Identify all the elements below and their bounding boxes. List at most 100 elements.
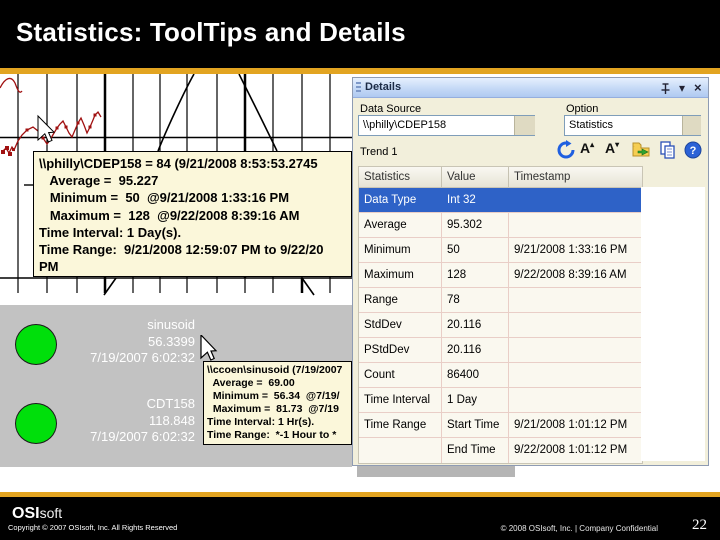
data-source-input[interactable]: \\philly\CDEP158 [358, 115, 535, 136]
cell-stat: Count [359, 363, 442, 387]
chevron-down-icon[interactable]: ▾ [679, 79, 685, 97]
option-label: Option [566, 103, 599, 115]
tooltip-line: Time Interval: 1 Hr(s). [207, 416, 315, 429]
tag-value: 118.848 [148, 412, 195, 428]
slide-footer [0, 497, 720, 540]
tooltip-line: \\ccoen\sinusoid (7/19/2007 [207, 364, 343, 376]
arrow-cursor-icon [200, 335, 218, 361]
table-row[interactable]: Maximum 128 9/22/2008 8:39:16 AM [359, 263, 642, 288]
value-symbol-circle [15, 324, 57, 365]
data-source-label: Data Source [360, 103, 422, 115]
close-icon[interactable]: × [694, 79, 702, 97]
cell-timestamp [509, 388, 642, 412]
cell-stat: StdDev [359, 313, 442, 337]
value-statistics-tooltip: \\ccoen\sinusoid (7/19/2007 Average = 69… [203, 361, 352, 445]
cell-timestamp [509, 188, 642, 212]
tag-value: 56.3399 [148, 333, 195, 349]
confidential-text: © 2008 OSIsoft, Inc. | Company Confident… [500, 524, 658, 533]
cell-value: 86400 [442, 363, 509, 387]
cell-timestamp [509, 288, 642, 312]
cell-stat: Average [359, 213, 442, 237]
cell-value: 78 [442, 288, 509, 312]
slide: Statistics: ToolTips and Details \\phill… [0, 0, 720, 540]
cell-timestamp: 9/21/2008 1:33:16 PM [514, 244, 628, 256]
tooltip-line: Average = 95.227 [39, 173, 159, 189]
panel-title: Details [365, 81, 402, 93]
tooltip-line: Minimum = 56.34 @7/19/ [207, 390, 340, 403]
column-header-timestamp[interactable]: Timestamp [509, 167, 642, 187]
refresh-icon[interactable] [555, 140, 577, 160]
table-row[interactable]: Count 86400 [359, 363, 642, 388]
tag-timestamp: 7/19/2007 6:02:32 [90, 429, 195, 444]
table-empty-area [641, 187, 705, 461]
help-icon[interactable]: ? [684, 140, 702, 160]
details-panel-titlebar[interactable]: Details ▾ × [353, 78, 708, 98]
logo-light-text: soft [39, 505, 63, 521]
cell-value: 20.116 [442, 338, 509, 362]
pin-icon[interactable] [659, 81, 672, 95]
column-header-statistics[interactable]: Statistics [359, 167, 442, 187]
cell-timestamp [509, 313, 642, 337]
tooltip-line: Average = 69.00 [207, 377, 295, 390]
cell-stat: Range [359, 288, 442, 312]
trend-label: Trend 1 [360, 146, 398, 158]
column-header-value[interactable]: Value [442, 167, 509, 187]
trend-statistics-tooltip: \\philly\CDEP158 = 84 (9/21/2008 8:53:53… [33, 151, 352, 277]
osisoft-logo: OSIsoft [12, 505, 62, 523]
table-row[interactable]: Average 95.302 [359, 213, 642, 238]
font-decrease-icon[interactable]: A▾ [605, 140, 627, 160]
font-increase-icon[interactable]: A▴ [580, 140, 602, 160]
table-row[interactable]: Time Interval 1 Day [359, 388, 642, 413]
tooltip-line: Minimum = 50 @9/21/2008 1:33:16 PM [39, 190, 290, 206]
font-letter: A [580, 140, 591, 156]
cell-value: 50 [442, 238, 509, 262]
tooltip-line: Maximum = 128 @9/22/2008 8:39:16 AM [39, 207, 300, 223]
value-symbol-circle [15, 403, 57, 444]
statistics-table: Statistics Value Timestamp Data Type Int… [358, 166, 643, 464]
input-cap [514, 116, 535, 135]
cell-stat [359, 438, 442, 463]
table-row[interactable]: Data Type Int 32 [359, 188, 642, 213]
tooltip-line: Time Interval: 1 Day(s). [39, 224, 182, 240]
page-title: Statistics: ToolTips and Details [16, 17, 406, 47]
cell-value: 128 [442, 263, 509, 287]
table-row[interactable]: Range 78 [359, 288, 642, 313]
table-header: Statistics Value Timestamp [359, 167, 642, 188]
cell-stat: PStdDev [359, 338, 442, 362]
cell-timestamp [509, 363, 642, 387]
help-glyph: ? [690, 145, 697, 157]
table-row[interactable]: PStdDev 20.116 [359, 338, 642, 363]
cell-timestamp: 9/21/2008 1:01:12 PM [514, 419, 628, 431]
table-row[interactable]: Minimum 50 9/21/2008 1:33:16 PM [359, 238, 642, 263]
table-row[interactable]: Time Range Start Time 9/21/2008 1:01:12 … [359, 413, 642, 438]
option-select[interactable]: Statistics [564, 115, 701, 136]
cell-timestamp: 9/22/2008 8:39:16 AM [514, 269, 627, 281]
cell-timestamp [509, 213, 642, 237]
details-panel: Details ▾ × Data Source Option \\philly\… [352, 77, 709, 466]
tooltip-line: Maximum = 81.73 @7/19 [207, 403, 339, 416]
cell-stat: Minimum [359, 238, 442, 262]
tag-name: sinusoid [147, 317, 195, 332]
tooltip-line: Time Range: *-1 Hour to * [207, 429, 337, 442]
copyright-text: Copyright © 2007 OSIsoft, Inc. All Right… [8, 523, 178, 532]
panel-bottom-strip [357, 466, 515, 477]
table-row[interactable]: End Time 9/22/2008 1:01:12 PM [359, 438, 642, 463]
cell-timestamp: 9/22/2008 1:01:12 PM [514, 444, 628, 456]
page-number: 22 [692, 517, 707, 533]
cell-value: 20.116 [442, 313, 509, 337]
export-icon[interactable] [631, 140, 653, 160]
data-source-value: \\philly\CDEP158 [363, 119, 447, 131]
cell-stat: Time Range [359, 413, 442, 437]
cell-value: Int 32 [442, 188, 509, 212]
triangle-down-icon: ▾ [615, 140, 620, 149]
value-label-block: sinusoid 56.3399 7/19/2007 6:02:32 [60, 317, 195, 367]
tag-timestamp: 7/19/2007 6:02:32 [90, 350, 195, 365]
cell-value: 95.302 [442, 213, 509, 237]
tag-name: CDT158 [146, 396, 195, 411]
font-letter: A [605, 140, 616, 156]
tooltip-line: PM [39, 259, 59, 275]
cell-timestamp [509, 338, 642, 362]
copy-icon[interactable] [657, 140, 679, 160]
table-row[interactable]: StdDev 20.116 [359, 313, 642, 338]
cell-stat: Time Interval [359, 388, 442, 412]
